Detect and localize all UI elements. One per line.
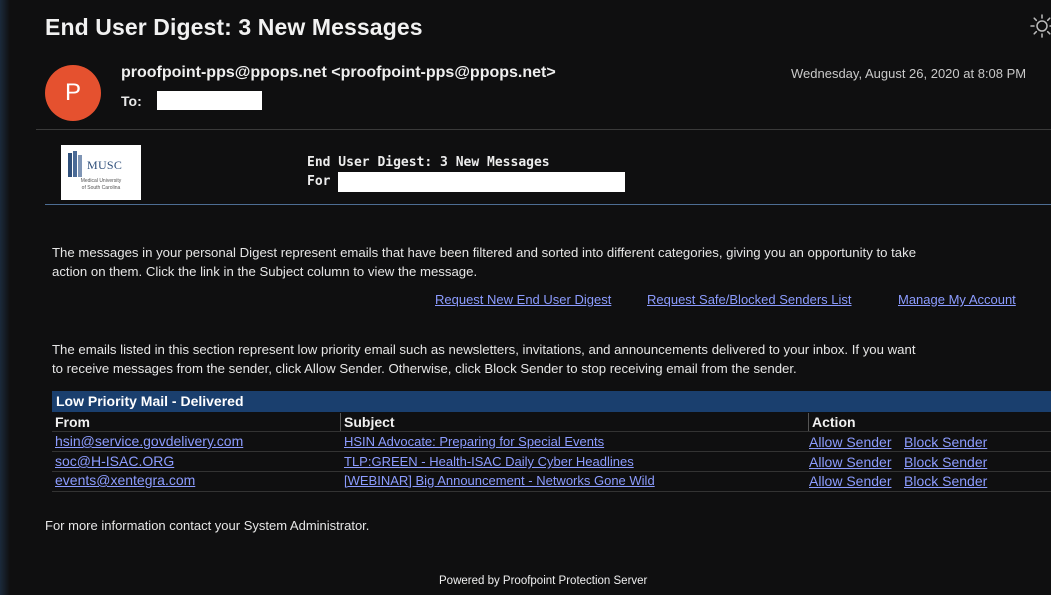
header-divider bbox=[36, 129, 1051, 130]
column-header-action: Action bbox=[812, 414, 856, 430]
subject-link[interactable]: HSIN Advocate: Preparing for Special Eve… bbox=[344, 432, 604, 451]
allow-sender-link[interactable]: Allow Sender bbox=[809, 453, 892, 472]
sender-avatar: P bbox=[45, 65, 101, 121]
logo-subtitle-2: of South Carolina bbox=[81, 185, 121, 191]
column-header-subject: Subject bbox=[344, 414, 395, 430]
digest-divider bbox=[45, 204, 1051, 205]
from-link[interactable]: soc@H-ISAC.ORG bbox=[55, 452, 174, 471]
sender-address[interactable]: proofpoint-pps@ppops.net <proofpoint-pps… bbox=[121, 64, 556, 82]
allow-sender-link[interactable]: Allow Sender bbox=[809, 472, 892, 491]
musc-logo: MUSC Medical University of South Carolin… bbox=[61, 145, 141, 200]
block-sender-link[interactable]: Block Sender bbox=[904, 453, 987, 472]
subject-link[interactable]: TLP:GREEN - Health-ISAC Daily Cyber Head… bbox=[344, 452, 634, 471]
intro-line: The messages in your personal Digest rep… bbox=[52, 245, 917, 260]
section-desc-line: to receive messages from the sender, cli… bbox=[52, 361, 797, 376]
request-digest-link[interactable]: Request New End User Digest bbox=[435, 292, 611, 307]
request-senders-list-link[interactable]: Request Safe/Blocked Senders List bbox=[647, 292, 852, 307]
column-header-from: From bbox=[55, 414, 90, 430]
from-link[interactable]: events@xentegra.com bbox=[55, 471, 195, 490]
intro-line: action on them. Click the link in the Su… bbox=[52, 264, 478, 279]
redacted-recipient bbox=[157, 91, 262, 110]
email-viewer: End User Digest: 3 New Messages P proofp… bbox=[0, 0, 1051, 595]
email-date: Wednesday, August 26, 2020 at 8:08 PM bbox=[791, 66, 1027, 81]
window-edge bbox=[0, 0, 10, 595]
allow-sender-link[interactable]: Allow Sender bbox=[809, 433, 892, 452]
sun-icon[interactable] bbox=[1030, 14, 1051, 38]
section-description: The emails listed in this section repres… bbox=[52, 340, 1051, 378]
digest-intro: The messages in your personal Digest rep… bbox=[52, 243, 1051, 281]
block-sender-link[interactable]: Block Sender bbox=[904, 472, 987, 491]
table-title: Low Priority Mail - Delivered bbox=[52, 391, 1051, 412]
admin-contact-note: For more information contact your System… bbox=[45, 518, 370, 533]
powered-by: Powered by Proofpoint Protection Server bbox=[439, 575, 648, 587]
block-sender-link[interactable]: Block Sender bbox=[904, 433, 987, 452]
building-icon bbox=[68, 151, 82, 177]
from-link[interactable]: hsin@service.govdelivery.com bbox=[55, 432, 243, 451]
digest-for-label: For bbox=[307, 174, 331, 189]
section-desc-line: The emails listed in this section repres… bbox=[52, 342, 916, 357]
subject-link[interactable]: [WEBINAR] Big Announcement - Networks Go… bbox=[344, 471, 655, 490]
redacted-user bbox=[338, 172, 625, 192]
email-subject: End User Digest: 3 New Messages bbox=[45, 14, 423, 40]
logo-subtitle-1: Medical University bbox=[80, 178, 122, 184]
to-label: To: bbox=[121, 93, 142, 109]
manage-account-link[interactable]: Manage My Account bbox=[898, 292, 1016, 307]
digest-title: End User Digest: 3 New Messages bbox=[307, 155, 550, 170]
logo-name: MUSC bbox=[87, 158, 123, 172]
row-divider bbox=[52, 491, 1051, 492]
